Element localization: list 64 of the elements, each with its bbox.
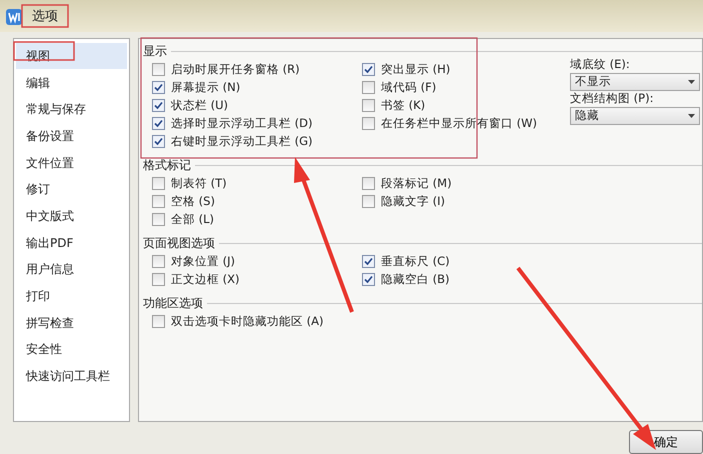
sidebar-item[interactable]: 拼写检查 (16, 309, 127, 336)
checkbox[interactable] (362, 117, 375, 130)
checkbox[interactable] (152, 177, 165, 190)
checkbox[interactable] (362, 99, 375, 112)
dropdown[interactable]: 隐藏 (570, 106, 700, 125)
checkbox-label: 段落标记 (M) (381, 176, 452, 192)
checkbox-label: 隐藏文字 (I) (381, 194, 446, 210)
sidebar-item[interactable]: 快速访问工具栏 (16, 362, 127, 390)
checkbox-label: 空格 (S) (171, 194, 215, 210)
checkbox-label: 双击选项卡时隐藏功能区 (A) (171, 314, 324, 330)
section-title: 显示 (143, 43, 167, 60)
sidebar-item[interactable]: 编辑 (16, 69, 127, 96)
checkbox[interactable] (152, 273, 165, 286)
app-logo-icon (6, 8, 22, 25)
checkbox[interactable] (152, 81, 165, 94)
checkbox-label: 正文边框 (X) (171, 272, 240, 288)
dropdown-label: 域底纹 (E): (570, 56, 631, 73)
section-title: 页面视图选项 (143, 235, 215, 252)
checkbox-label: 垂直标尺 (C) (381, 254, 450, 270)
checkbox[interactable] (152, 255, 165, 268)
sidebar-item[interactable]: 打印 (16, 282, 127, 310)
checkbox-label: 全部 (L) (171, 212, 214, 228)
checkbox[interactable] (152, 135, 165, 148)
checkbox[interactable] (362, 177, 375, 190)
checkbox-label: 域代码 (F) (381, 80, 436, 96)
dropdown[interactable]: 不显示 (570, 72, 700, 91)
sidebar-item[interactable]: 安全性 (16, 336, 127, 363)
checkbox-label: 制表符 (T) (171, 176, 227, 192)
dropdown-label: 文档结构图 (P): (570, 90, 654, 107)
checkbox[interactable] (152, 195, 165, 208)
window-title: 选项 (32, 10, 58, 24)
checkbox[interactable] (362, 273, 375, 286)
sidebar-item[interactable]: 文件位置 (16, 149, 127, 176)
checkbox-label: 右键时显示浮动工具栏 (G) (171, 134, 313, 150)
checkbox-label: 书签 (K) (381, 98, 426, 114)
sidebar-item[interactable]: 输出PDF (16, 229, 127, 256)
checkbox-label: 对象位置 (J) (171, 254, 236, 270)
checkbox[interactable] (362, 81, 375, 94)
checkbox[interactable] (152, 63, 165, 76)
checkbox[interactable] (152, 315, 165, 328)
checkbox-label: 状态栏 (U) (171, 98, 228, 114)
sidebar-item[interactable]: 中文版式 (16, 202, 127, 230)
checkbox-label: 突出显示 (H) (381, 62, 450, 78)
checkbox-label: 启动时展开任务窗格 (R) (171, 62, 300, 78)
sidebar-item[interactable]: 修订 (16, 176, 127, 203)
caret-icon (688, 80, 695, 84)
section-title: 格式标记 (143, 157, 191, 174)
sidebar-item[interactable]: 用户信息 (16, 256, 127, 283)
checkbox-label: 隐藏空白 (B) (381, 272, 450, 288)
checkbox[interactable] (362, 63, 375, 76)
caret-icon (688, 114, 695, 118)
checkbox[interactable] (362, 195, 375, 208)
annotation-frame (21, 4, 69, 28)
checkbox-label: 屏幕提示 (N) (171, 80, 240, 96)
section-title: 功能区选项 (143, 295, 203, 312)
checkbox-label: 选择时显示浮动工具栏 (D) (171, 116, 312, 132)
checkbox[interactable] (362, 255, 375, 268)
sidebar-item[interactable]: 常规与保存 (16, 96, 127, 123)
checkbox[interactable] (152, 117, 165, 130)
checkbox-label: 在任务栏中显示所有窗口 (W) (381, 116, 537, 132)
checkbox[interactable] (152, 99, 165, 112)
sidebar-item[interactable]: 备份设置 (16, 122, 127, 150)
annotation-frame (13, 41, 75, 61)
checkbox[interactable] (152, 213, 165, 226)
